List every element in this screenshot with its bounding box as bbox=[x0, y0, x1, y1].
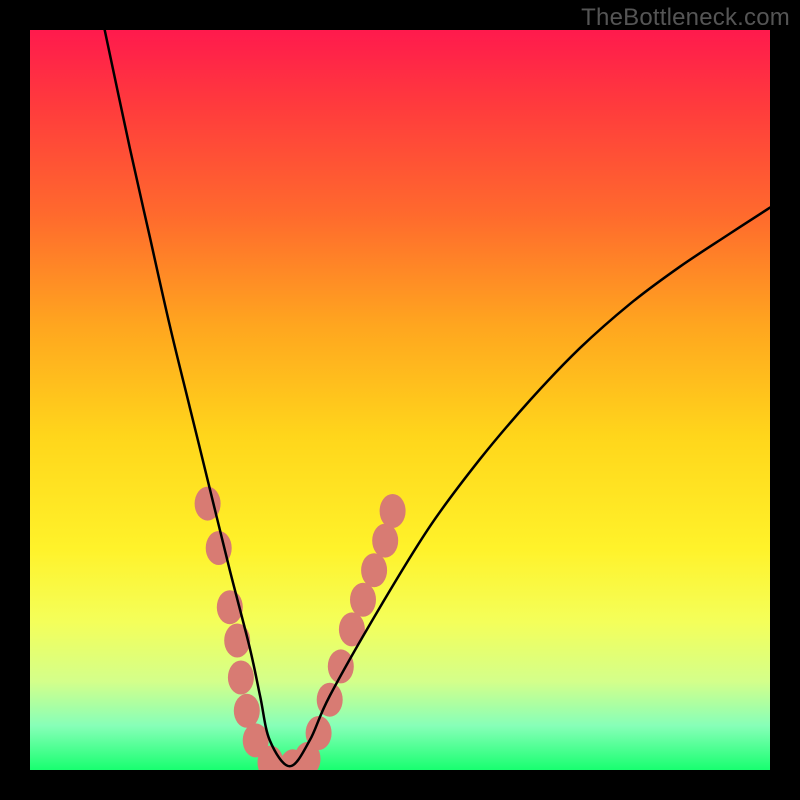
marker-blob bbox=[380, 494, 406, 528]
marker-blobs bbox=[195, 487, 406, 770]
plot-area bbox=[30, 30, 770, 770]
marker-blob bbox=[350, 583, 376, 617]
marker-blob bbox=[224, 624, 250, 658]
curve-svg bbox=[30, 30, 770, 770]
marker-blob bbox=[317, 683, 343, 717]
marker-blob bbox=[228, 661, 254, 695]
marker-blob bbox=[328, 649, 354, 683]
marker-blob bbox=[361, 553, 387, 587]
bottleneck-curve bbox=[105, 30, 770, 766]
chart-frame: TheBottleneck.com bbox=[0, 0, 800, 800]
marker-blob bbox=[372, 524, 398, 558]
marker-blob bbox=[234, 694, 260, 728]
watermark-text: TheBottleneck.com bbox=[581, 4, 790, 32]
